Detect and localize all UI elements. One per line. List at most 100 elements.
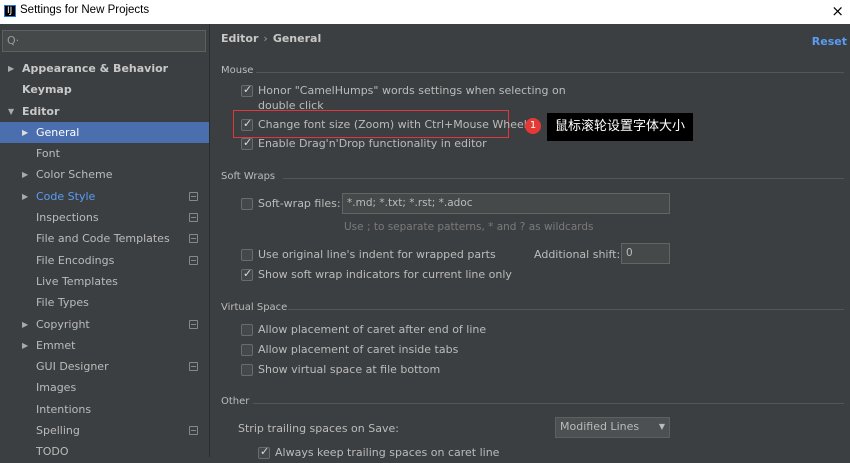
tree-item-label: Color Scheme — [36, 168, 113, 182]
tree-item-label: Code Style — [36, 189, 96, 203]
dragdrop-checkbox[interactable] — [241, 136, 253, 150]
search-icon: Q· — [7, 34, 20, 47]
virtual-space-bottom-checkbox[interactable] — [241, 364, 253, 376]
caret-after-end-checkbox[interactable] — [241, 324, 253, 336]
title-bar: IJ Settings for New Projects × — [0, 0, 850, 24]
project-scope-icon — [189, 426, 198, 436]
tree-item-file-types[interactable]: File Types — [0, 292, 209, 313]
tree-item-label: GUI Designer — [36, 360, 109, 374]
project-scope-icon — [189, 213, 198, 223]
section-mouse-title: Mouse — [221, 65, 254, 76]
caret-after-end-label: Allow placement of caret after end of li… — [258, 323, 487, 336]
tree-item-label: Intentions — [36, 402, 92, 416]
tree-item-editor[interactable]: ▼ Editor — [0, 101, 209, 122]
softwrap-files-input[interactable]: *.md; *.txt; *.rst; *.adoc — [342, 193, 670, 214]
zoom-checkbox[interactable] — [241, 117, 253, 131]
tree-item-appearance-behavior[interactable]: ▶ Appearance & Behavior — [0, 58, 209, 79]
show-indicators-label: Show soft wrap indicators for current li… — [258, 268, 512, 281]
zoom-label: Change font size (Zoom) with Ctrl+Mouse … — [258, 118, 527, 131]
tree-item-label: Spelling — [36, 424, 80, 438]
tree-item-inspections[interactable]: Inspections — [0, 207, 209, 228]
caret-inside-tabs-checkbox[interactable] — [241, 344, 253, 356]
section-softwraps-title: Soft Wraps — [221, 171, 276, 182]
expand-right-icon[interactable]: ▶ — [22, 186, 28, 207]
tree-item-label: Appearance & Behavior — [22, 62, 169, 75]
section-divider — [256, 72, 844, 73]
section-divider — [253, 403, 844, 404]
breadcrumb-current: General — [272, 32, 322, 45]
strip-trailing-label: Strip trailing spaces on Save: — [238, 422, 399, 435]
tree-item-file-and-code-templates[interactable]: File and Code Templates — [0, 228, 209, 249]
softwrap-hint: Use ; to separate patterns, * and ? as w… — [344, 221, 594, 233]
tree-item-emmet[interactable]: ▶ Emmet — [0, 335, 209, 356]
virtual-space-bottom-label: Show virtual space at file bottom — [258, 363, 441, 376]
original-indent-checkbox[interactable] — [241, 249, 253, 261]
annotation-badge: 1 — [525, 118, 541, 134]
tree-item-label: File Types — [36, 296, 89, 310]
general-settings-panel: Editor › General Reset Mouse Honor "CamelH… — [211, 24, 850, 459]
tree-item-general[interactable]: ▶ General — [0, 121, 209, 144]
tree-item-font[interactable]: Font — [0, 143, 209, 164]
project-scope-icon — [189, 191, 198, 201]
intellij-app-icon: IJ — [4, 5, 16, 17]
section-other-title: Other — [221, 396, 250, 407]
window-title: Settings for New Projects — [20, 4, 150, 16]
project-scope-icon — [189, 255, 198, 265]
settings-tree: ▶ Appearance & Behavior Keymap ▼ Editor ▶ Gene… — [0, 58, 209, 463]
tree-item-copyright[interactable]: ▶ Copyright — [0, 314, 209, 335]
reset-link[interactable]: Reset — [812, 35, 847, 48]
keep-trailing-checkbox[interactable] — [258, 445, 270, 459]
original-indent-label: Use original line's indent for wrapped p… — [258, 248, 496, 261]
dragdrop-label: Enable Drag'n'Drop functionality in edit… — [258, 137, 487, 150]
close-icon[interactable]: × — [831, 2, 844, 20]
camelhumps-label-line1: Honor "CamelHumps" words settings when s… — [258, 84, 566, 97]
tree-item-gui-designer[interactable]: GUI Designer — [0, 356, 209, 377]
caret-inside-tabs-label: Allow placement of caret inside tabs — [258, 343, 459, 356]
tree-item-label: TODO — [36, 445, 69, 459]
strip-trailing-value: Modified Lines — [560, 420, 640, 433]
section-divider — [288, 309, 844, 310]
expand-right-icon[interactable]: ▶ — [8, 58, 14, 79]
tree-item-images[interactable]: Images — [0, 377, 209, 398]
search-input[interactable]: Q· — [2, 30, 206, 52]
tree-item-label: Emmet — [36, 338, 76, 352]
breadcrumb-separator: › — [263, 32, 268, 45]
camelhumps-checkbox[interactable] — [241, 83, 253, 97]
annotation-tooltip: 鼠标滚轮设置字体大小 — [547, 113, 694, 141]
tree-item-label: Keymap — [22, 83, 72, 97]
tree-item-label: Images — [36, 381, 77, 395]
settings-sidebar: Q· ▶ Appearance & Behavior Keymap ▼ Editor ▶ G… — [0, 24, 210, 458]
expand-down-icon[interactable]: ▼ — [8, 101, 14, 122]
app-icon-letters: IJ — [7, 6, 13, 16]
tree-item-color-scheme[interactable]: ▶ Color Scheme — [0, 164, 209, 185]
tree-item-intentions[interactable]: Intentions — [0, 399, 209, 420]
expand-right-icon[interactable]: ▶ — [22, 335, 28, 356]
tree-item-label: Copyright — [36, 317, 90, 331]
breadcrumb-parent[interactable]: Editor — [221, 32, 258, 45]
tree-item-label: Live Templates — [36, 274, 118, 288]
tree-item-live-templates[interactable]: Live Templates — [0, 271, 209, 292]
breadcrumb: Editor › General — [221, 32, 321, 45]
expand-right-icon[interactable]: ▶ — [22, 122, 28, 143]
project-scope-icon — [189, 319, 198, 329]
section-virtualspace-title: Virtual Space — [221, 302, 288, 313]
tree-item-code-style[interactable]: ▶ Code Style — [0, 186, 209, 207]
keep-trailing-label: Always keep trailing spaces on caret lin… — [275, 446, 500, 459]
chevron-down-icon: ▼ — [658, 422, 665, 431]
expand-right-icon[interactable]: ▶ — [22, 164, 28, 185]
tree-item-label: Font — [36, 147, 60, 161]
tree-item-todo[interactable]: TODO — [0, 441, 209, 462]
additional-shift-label: Additional shift: — [534, 248, 621, 261]
softwrap-files-checkbox[interactable] — [241, 198, 253, 210]
tree-item-label: Editor — [22, 104, 60, 118]
additional-shift-input[interactable]: 0 — [621, 243, 670, 264]
project-scope-icon — [189, 362, 198, 372]
tree-item-spelling[interactable]: Spelling — [0, 420, 209, 441]
tree-item-label: Inspections — [36, 211, 99, 225]
strip-trailing-select[interactable]: Modified Lines ▼ — [555, 417, 670, 438]
tree-item-label: File and Code Templates — [36, 232, 170, 246]
tree-item-keymap[interactable]: Keymap — [0, 79, 209, 100]
show-indicators-checkbox[interactable] — [241, 267, 253, 281]
tree-item-file-encodings[interactable]: File Encodings — [0, 250, 209, 271]
expand-right-icon[interactable]: ▶ — [22, 314, 28, 335]
